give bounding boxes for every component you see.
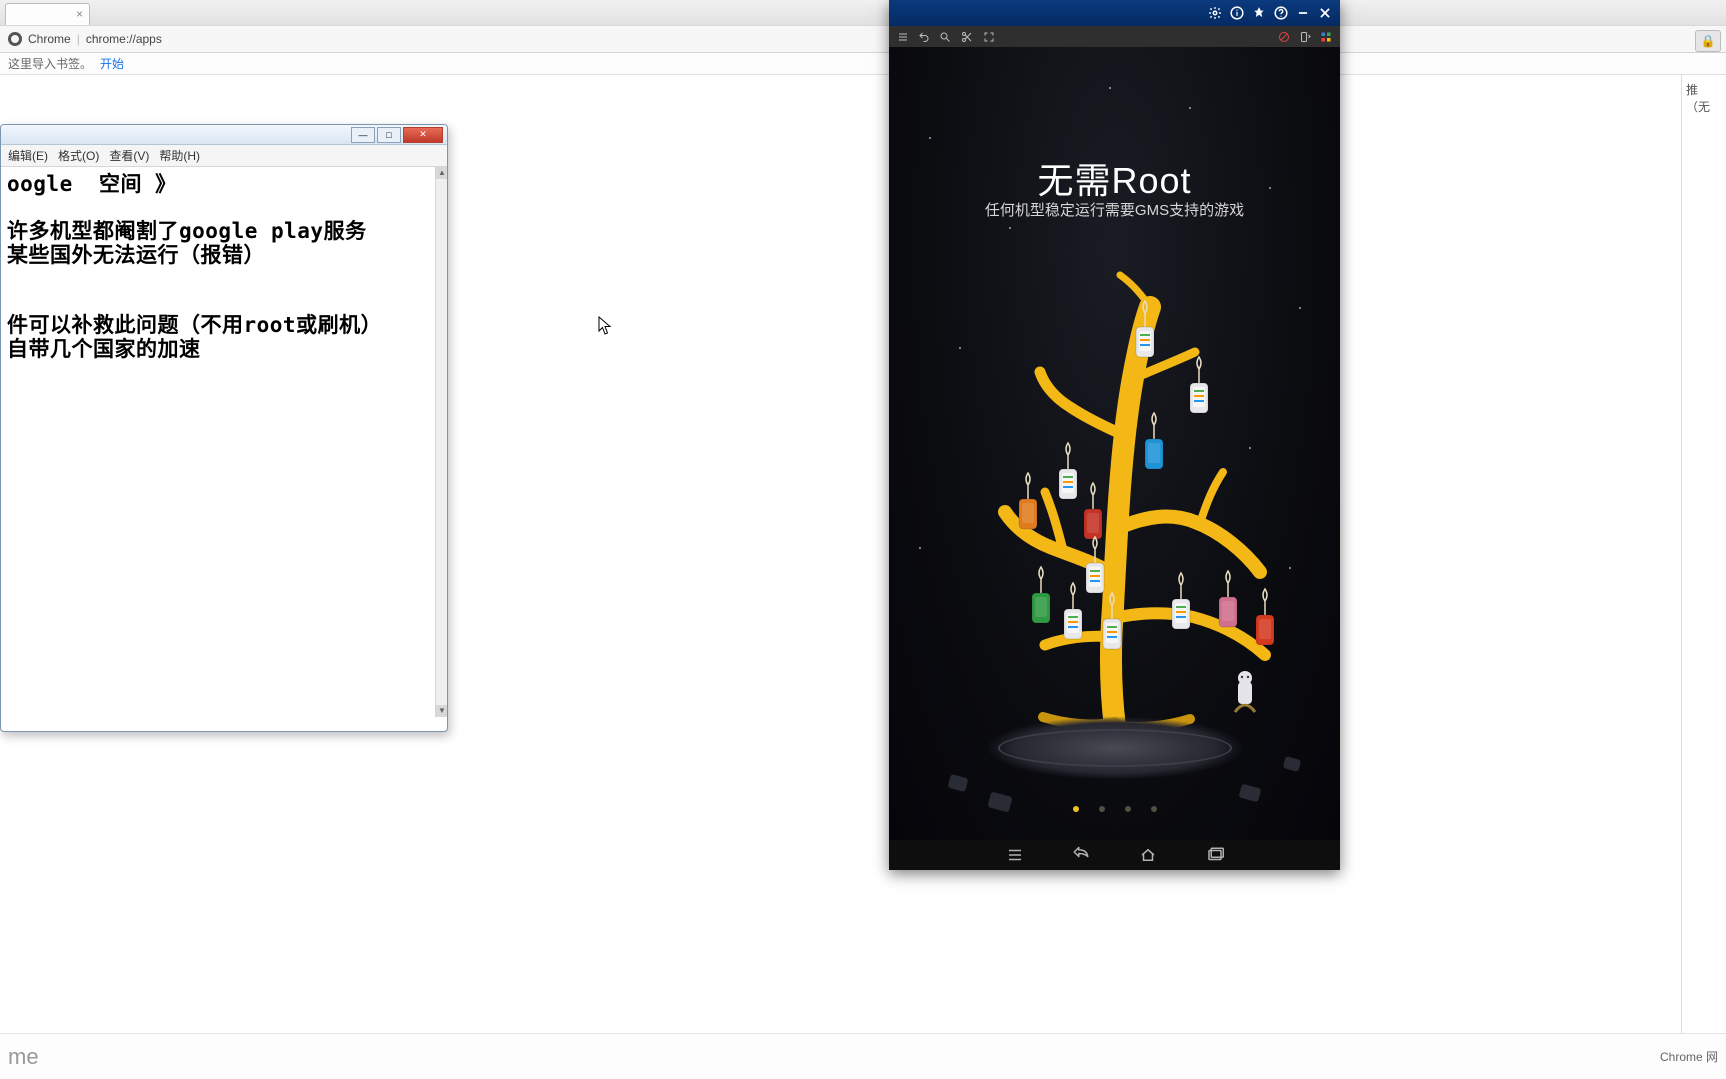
tree-illustration	[945, 267, 1285, 737]
info-icon[interactable]	[1228, 4, 1246, 22]
zoom-icon[interactable]	[939, 31, 951, 43]
rotate-icon[interactable]	[1299, 31, 1311, 43]
chrome-tab[interactable]: ×	[5, 3, 90, 25]
footer-right-text: Chrome 网	[1660, 1048, 1718, 1065]
ornament-white-phone	[1172, 573, 1190, 629]
mouse-cursor-icon	[598, 316, 612, 336]
secondary-window-fragment: 推 （无	[1681, 75, 1726, 1033]
notepad-textarea[interactable]: oogle 空间 》 许多机型都阉割了google play服务 某些国外无法运…	[3, 167, 435, 717]
undo-icon[interactable]	[918, 31, 930, 43]
home-icon[interactable]	[1136, 846, 1160, 864]
pager-dot-0[interactable]	[1073, 806, 1079, 812]
chrome-footer: me Chrome 网	[0, 1033, 1726, 1079]
toolbar-right-group	[1278, 31, 1332, 43]
back-icon[interactable]	[1070, 846, 1092, 864]
notepad-close-button[interactable]: ✕	[403, 127, 443, 143]
pin-icon[interactable]	[1250, 4, 1268, 22]
chrome-tabstrip: ×	[0, 0, 1726, 25]
ornament-white-phone	[1190, 357, 1208, 413]
menu-help[interactable]: 帮助(H)	[156, 146, 203, 165]
character	[1235, 671, 1255, 712]
menu-edit[interactable]: 编辑(E)	[5, 146, 51, 165]
ornament-pink-phone	[1219, 571, 1237, 627]
scroll-up-icon[interactable]: ▲	[436, 167, 448, 179]
chrome-toolbar: Chrome | chrome://apps	[0, 25, 1726, 53]
list-icon[interactable]	[897, 31, 909, 43]
scroll-down-icon[interactable]: ▼	[436, 705, 448, 717]
notepad-minimize-button[interactable]: —	[351, 127, 375, 143]
address-value: chrome://apps	[86, 32, 162, 46]
close-icon[interactable]	[1316, 4, 1334, 22]
notepad-scrollbar[interactable]: ▲ ▼	[435, 167, 447, 717]
pager-dot-1[interactable]	[1099, 806, 1105, 812]
frag-line-1: 推	[1686, 81, 1722, 98]
pager-dot-3[interactable]	[1151, 806, 1157, 812]
ornament-white-phone	[1064, 583, 1082, 639]
minimize-icon[interactable]	[1294, 4, 1312, 22]
fullscreen-icon[interactable]	[983, 31, 995, 43]
emulator-toolbar	[889, 26, 1340, 47]
ornament-white-phone	[1059, 443, 1077, 499]
bookmark-hint: 这里导入书签。	[8, 55, 92, 72]
chrome-favicon-icon	[8, 32, 22, 46]
emulator-window: 无需Root 任何机型稳定运行需要GMS支持的游戏	[889, 0, 1340, 870]
footer-left-text: me	[8, 1044, 39, 1070]
scissors-icon[interactable]	[960, 31, 974, 43]
notepad-menubar: 编辑(E) 格式(O) 查看(V) 帮助(H)	[1, 145, 447, 167]
notepad-titlebar[interactable]: — □ ✕	[1, 125, 447, 145]
help-icon[interactable]	[1272, 4, 1290, 22]
ornament-green-phone	[1032, 567, 1050, 623]
ornament-blue-phone	[1145, 413, 1163, 469]
address-label: Chrome	[28, 32, 71, 46]
pager	[889, 806, 1340, 812]
hero-title: 无需Root	[889, 152, 1340, 204]
bookmark-bar: 这里导入书签。 开始	[0, 53, 1726, 75]
mute-icon[interactable]	[1278, 31, 1290, 43]
toolbar-left-group	[897, 31, 995, 43]
menu-view[interactable]: 查看(V)	[106, 146, 152, 165]
gear-icon[interactable]	[1206, 4, 1224, 22]
ornament-orange-phone	[1019, 473, 1037, 529]
ornament-red-phone	[1256, 589, 1274, 645]
tab-close-icon[interactable]: ×	[76, 7, 83, 21]
pedestal	[985, 716, 1245, 780]
emulator-titlebar[interactable]	[889, 0, 1340, 26]
android-navbar	[889, 840, 1340, 870]
pager-dot-2[interactable]	[1125, 806, 1131, 812]
menu-icon[interactable]	[1004, 846, 1026, 864]
recent-icon[interactable]	[1204, 846, 1226, 864]
bookmark-start-link[interactable]: 开始	[100, 55, 124, 72]
ornament-red-phone	[1084, 483, 1102, 539]
notepad-maximize-button[interactable]: □	[377, 127, 401, 143]
menu-format[interactable]: 格式(O)	[55, 146, 102, 165]
emulator-screen[interactable]: 无需Root 任何机型稳定运行需要GMS支持的游戏	[889, 47, 1340, 840]
address-sep: |	[77, 32, 80, 46]
hero-subtitle: 任何机型稳定运行需要GMS支持的游戏	[889, 199, 1340, 220]
ornament-white-phone	[1086, 537, 1104, 593]
frag-line-2: （无	[1686, 98, 1722, 115]
chrome-lock-icon[interactable]: 🔒	[1695, 30, 1721, 52]
notepad-window: — □ ✕ 编辑(E) 格式(O) 查看(V) 帮助(H) oogle 空间 》…	[0, 124, 448, 732]
grid-icon[interactable]	[1320, 31, 1332, 43]
